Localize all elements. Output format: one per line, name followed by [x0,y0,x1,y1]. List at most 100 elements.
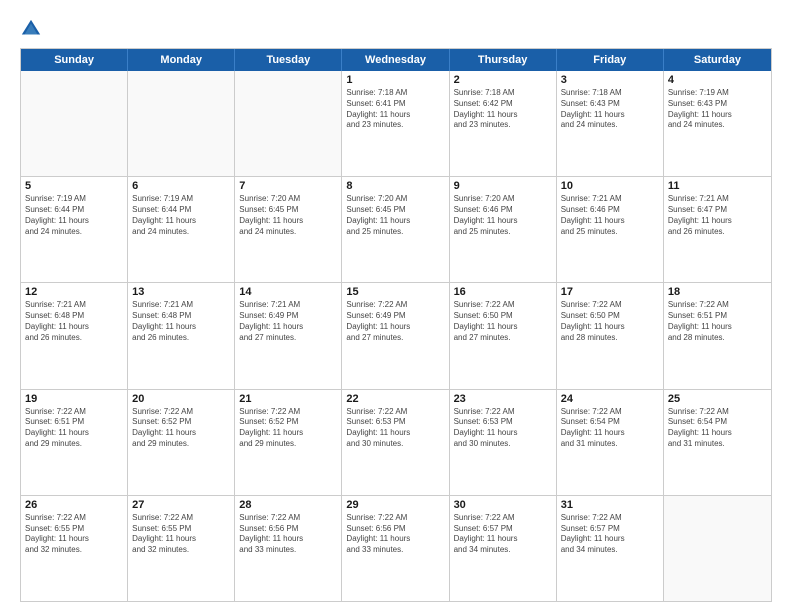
day-number: 14 [239,286,337,298]
day-number: 25 [668,393,767,405]
day-number: 17 [561,286,659,298]
calendar-cell: 29 Sunrise: 7:22 AMSunset: 6:56 PMDayligh… [342,496,449,601]
cell-info: Sunrise: 7:22 AMSunset: 6:52 PMDaylight:… [132,407,230,450]
calendar-row: 1 Sunrise: 7:18 AMSunset: 6:41 PMDaylight… [21,71,771,176]
calendar-cell: 1 Sunrise: 7:18 AMSunset: 6:41 PMDaylight… [342,71,449,176]
cell-info: Sunrise: 7:22 AMSunset: 6:56 PMDaylight:… [346,513,444,556]
calendar-cell: 30Sunrise: 7:22 AMSunset: 6:57 PMDayligh… [450,496,557,601]
cell-info: Sunrise: 7:22 AMSunset: 6:54 PMDaylight:… [561,407,659,450]
calendar-cell: 9 Sunrise: 7:20 AMSunset: 6:46 PMDaylight… [450,177,557,282]
day-number: 1 [346,74,444,86]
day-number: 18 [668,286,767,298]
day-number: 11 [668,180,767,192]
weekday-header: Monday [128,49,235,71]
day-number: 2 [454,74,552,86]
day-number: 19 [25,393,123,405]
cell-info: Sunrise: 7:22 AMSunset: 6:52 PMDaylight:… [239,407,337,450]
calendar-cell [664,496,771,601]
calendar-cell [128,71,235,176]
day-number: 9 [454,180,552,192]
weekday-header: Wednesday [342,49,449,71]
cell-info: Sunrise: 7:22 AMSunset: 6:57 PMDaylight:… [454,513,552,556]
calendar-cell: 18 Sunrise: 7:22 AMSunset: 6:51 PMDayligh… [664,283,771,388]
cell-info: Sunrise: 7:22 AMSunset: 6:57 PMDaylight:… [561,513,659,556]
day-number: 20 [132,393,230,405]
day-number: 10 [561,180,659,192]
calendar-header: SundayMondayTuesdayWednesdayThursdayFrid… [21,49,771,71]
weekday-header: Tuesday [235,49,342,71]
cell-info: Sunrise: 7:22 AMSunset: 6:49 PMDaylight:… [346,300,444,343]
day-number: 4 [668,74,767,86]
cell-info: Sunrise: 7:22 AMSunset: 6:50 PMDaylight:… [561,300,659,343]
weekday-header: Saturday [664,49,771,71]
cell-info: Sunrise: 7:18 AMSunset: 6:42 PMDaylight:… [454,88,552,131]
cell-info: Sunrise: 7:21 AMSunset: 6:46 PMDaylight:… [561,194,659,237]
day-number: 29 [346,499,444,511]
calendar-cell: 19 Sunrise: 7:22 AMSunset: 6:51 PMDayligh… [21,390,128,495]
calendar-cell: 25 Sunrise: 7:22 AMSunset: 6:54 PMDayligh… [664,390,771,495]
calendar-cell: 5Sunrise: 7:19 AMSunset: 6:44 PMDaylight… [21,177,128,282]
cell-info: Sunrise: 7:22 AMSunset: 6:55 PMDaylight:… [25,513,123,556]
calendar-cell: 26 Sunrise: 7:22 AMSunset: 6:55 PMDayligh… [21,496,128,601]
header [20,18,772,40]
day-number: 6 [132,180,230,192]
calendar-cell: 11 Sunrise: 7:21 AMSunset: 6:47 PMDayligh… [664,177,771,282]
calendar-row: 26 Sunrise: 7:22 AMSunset: 6:55 PMDayligh… [21,495,771,601]
calendar-cell: 8Sunrise: 7:20 AMSunset: 6:45 PMDaylight… [342,177,449,282]
calendar-cell [235,71,342,176]
cell-info: Sunrise: 7:22 AMSunset: 6:50 PMDaylight:… [454,300,552,343]
calendar-cell: 22 Sunrise: 7:22 AMSunset: 6:53 PMDayligh… [342,390,449,495]
day-number: 15 [346,286,444,298]
day-number: 24 [561,393,659,405]
logo [20,18,46,40]
calendar-cell: 7Sunrise: 7:20 AMSunset: 6:45 PMDaylight… [235,177,342,282]
calendar: SundayMondayTuesdayWednesdayThursdayFrid… [20,48,772,602]
cell-info: Sunrise: 7:22 AMSunset: 6:53 PMDaylight:… [454,407,552,450]
day-number: 21 [239,393,337,405]
calendar-cell: 23 Sunrise: 7:22 AMSunset: 6:53 PMDayligh… [450,390,557,495]
day-number: 7 [239,180,337,192]
weekday-header: Thursday [450,49,557,71]
cell-info: Sunrise: 7:18 AMSunset: 6:43 PMDaylight:… [561,88,659,131]
cell-info: Sunrise: 7:22 AMSunset: 6:51 PMDaylight:… [25,407,123,450]
day-number: 3 [561,74,659,86]
cell-info: Sunrise: 7:21 AMSunset: 6:48 PMDaylight:… [25,300,123,343]
calendar-cell: 17 Sunrise: 7:22 AMSunset: 6:50 PMDayligh… [557,283,664,388]
day-number: 22 [346,393,444,405]
cell-info: Sunrise: 7:19 AMSunset: 6:44 PMDaylight:… [132,194,230,237]
calendar-cell: 10 Sunrise: 7:21 AMSunset: 6:46 PMDayligh… [557,177,664,282]
cell-info: Sunrise: 7:22 AMSunset: 6:56 PMDaylight:… [239,513,337,556]
day-number: 23 [454,393,552,405]
page: SundayMondayTuesdayWednesdayThursdayFrid… [0,0,792,612]
cell-info: Sunrise: 7:22 AMSunset: 6:51 PMDaylight:… [668,300,767,343]
logo-icon [20,18,42,40]
cell-info: Sunrise: 7:21 AMSunset: 6:49 PMDaylight:… [239,300,337,343]
calendar-cell: 13Sunrise: 7:21 AMSunset: 6:48 PMDayligh… [128,283,235,388]
cell-info: Sunrise: 7:21 AMSunset: 6:48 PMDaylight:… [132,300,230,343]
calendar-body: 1 Sunrise: 7:18 AMSunset: 6:41 PMDaylight… [21,71,771,601]
calendar-row: 5Sunrise: 7:19 AMSunset: 6:44 PMDaylight… [21,176,771,282]
calendar-cell: 4 Sunrise: 7:19 AMSunset: 6:43 PMDaylight… [664,71,771,176]
calendar-cell: 6 Sunrise: 7:19 AMSunset: 6:44 PMDaylight… [128,177,235,282]
cell-info: Sunrise: 7:22 AMSunset: 6:55 PMDaylight:… [132,513,230,556]
cell-info: Sunrise: 7:22 AMSunset: 6:53 PMDaylight:… [346,407,444,450]
calendar-row: 12Sunrise: 7:21 AMSunset: 6:48 PMDayligh… [21,282,771,388]
day-number: 27 [132,499,230,511]
day-number: 26 [25,499,123,511]
calendar-cell [21,71,128,176]
calendar-cell: 14 Sunrise: 7:21 AMSunset: 6:49 PMDayligh… [235,283,342,388]
cell-info: Sunrise: 7:22 AMSunset: 6:54 PMDaylight:… [668,407,767,450]
cell-info: Sunrise: 7:21 AMSunset: 6:47 PMDaylight:… [668,194,767,237]
calendar-cell: 20 Sunrise: 7:22 AMSunset: 6:52 PMDayligh… [128,390,235,495]
calendar-cell: 3 Sunrise: 7:18 AMSunset: 6:43 PMDaylight… [557,71,664,176]
cell-info: Sunrise: 7:20 AMSunset: 6:46 PMDaylight:… [454,194,552,237]
cell-info: Sunrise: 7:18 AMSunset: 6:41 PMDaylight:… [346,88,444,131]
day-number: 16 [454,286,552,298]
calendar-cell: 24 Sunrise: 7:22 AMSunset: 6:54 PMDayligh… [557,390,664,495]
calendar-cell: 27 Sunrise: 7:22 AMSunset: 6:55 PMDayligh… [128,496,235,601]
cell-info: Sunrise: 7:19 AMSunset: 6:44 PMDaylight:… [25,194,123,237]
calendar-cell: 16 Sunrise: 7:22 AMSunset: 6:50 PMDayligh… [450,283,557,388]
calendar-cell: 21 Sunrise: 7:22 AMSunset: 6:52 PMDayligh… [235,390,342,495]
day-number: 31 [561,499,659,511]
cell-info: Sunrise: 7:19 AMSunset: 6:43 PMDaylight:… [668,88,767,131]
